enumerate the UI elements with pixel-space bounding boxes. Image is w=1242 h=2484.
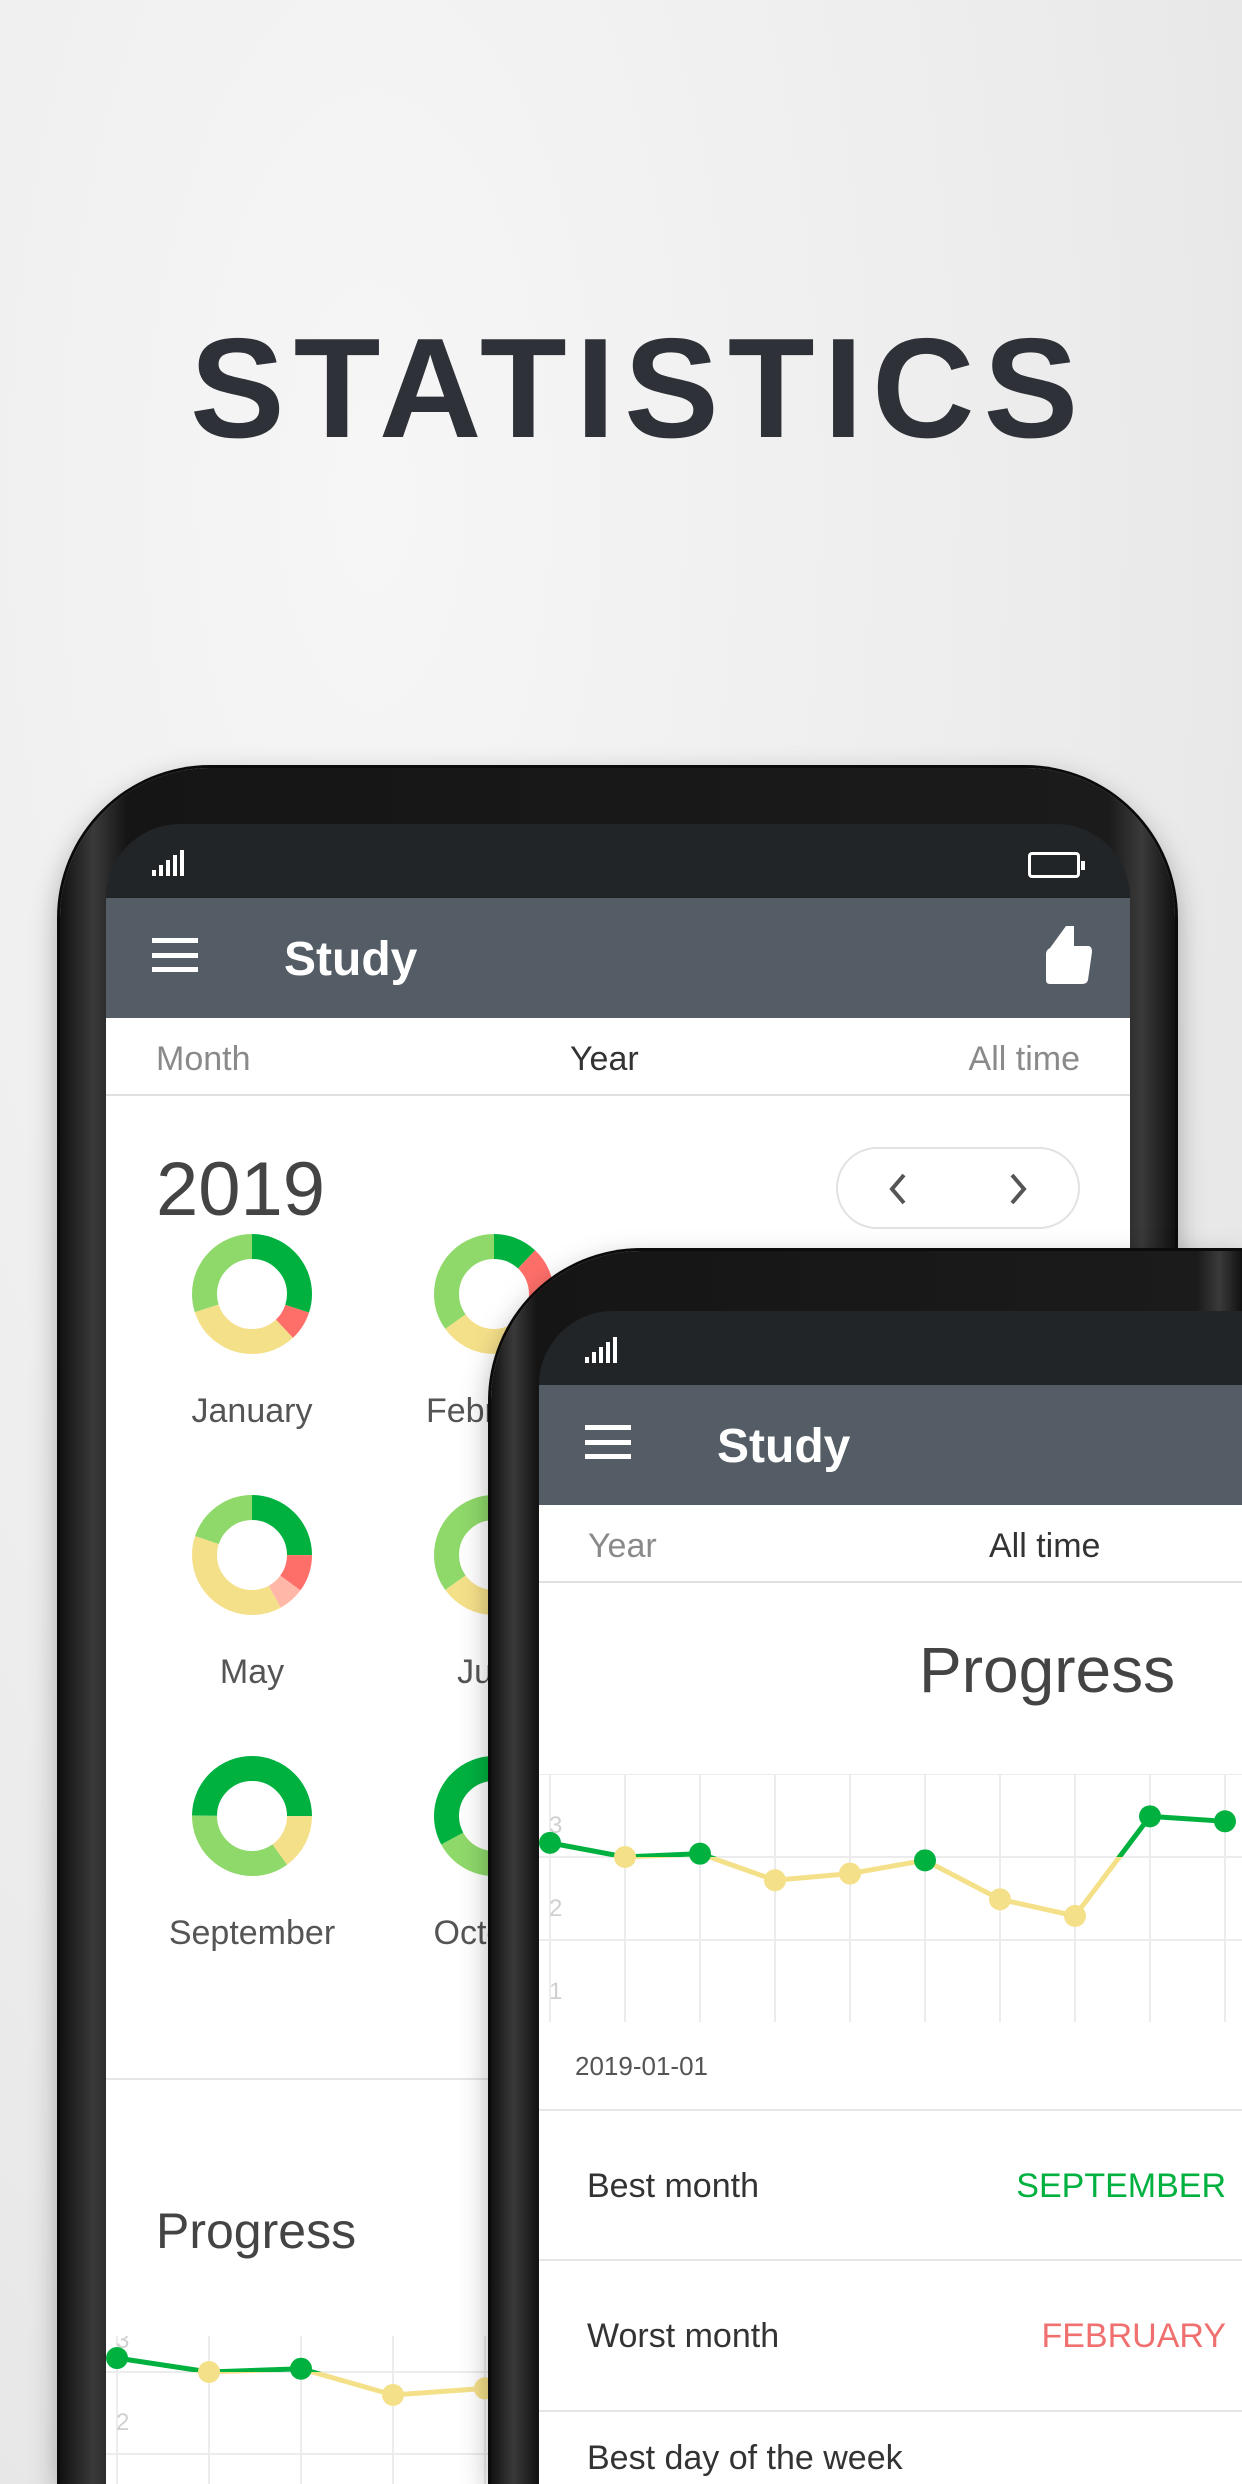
month-donut[interactable] <box>187 1490 317 1620</box>
tab-all-time[interactable]: All time <box>989 1527 1100 1566</box>
thumbs-up-icon[interactable] <box>1044 924 1092 984</box>
tab-all-time[interactable]: All time <box>969 1040 1080 1079</box>
data-point <box>914 1849 936 1872</box>
data-point <box>382 2383 404 2406</box>
period-tabs: Month Year All time <box>106 1018 1130 1096</box>
data-point <box>1139 1805 1161 1828</box>
month-donut[interactable] <box>187 1229 317 1359</box>
series-line-below <box>611 1857 1123 1919</box>
data-point <box>106 2347 128 2370</box>
signal-icon <box>152 850 184 876</box>
data-point <box>689 1842 711 1865</box>
chevron-left-icon[interactable] <box>884 1171 912 1207</box>
battery-icon <box>1028 852 1085 878</box>
data-point <box>614 1846 636 1868</box>
start-date: 2019-01-01 <box>575 2051 708 2081</box>
app-bar: Study <box>106 898 1130 1018</box>
front-phone: Study Year All time Progress 321 2019-01… <box>491 1251 1242 2484</box>
year-nav <box>836 1147 1080 1229</box>
month-label: September <box>168 1914 336 1952</box>
divider <box>539 2259 1242 2261</box>
data-point <box>198 2361 220 2383</box>
app-title: Study <box>717 1420 851 1473</box>
app-title: Study <box>284 933 418 986</box>
data-point <box>539 1831 561 1854</box>
progress-title: Progress <box>919 1634 1176 1706</box>
signal-icon <box>585 1337 617 1363</box>
status-bar <box>106 824 1130 898</box>
data-point <box>764 1869 786 1892</box>
headline: STATISTICS <box>190 309 1088 468</box>
tab-month[interactable]: Month <box>156 1040 251 1079</box>
period-tabs: Year All time <box>539 1505 1242 1583</box>
y-tick-label: 2 <box>549 1895 562 1922</box>
data-point <box>290 2357 312 2380</box>
y-tick-label: 1 <box>549 1978 562 2005</box>
menu-icon[interactable] <box>152 938 198 972</box>
worst-month-value: FEBRUARY <box>1041 2317 1226 2355</box>
tab-year[interactable]: Year <box>588 1527 657 1566</box>
status-bar <box>539 1311 1242 1385</box>
divider <box>539 2410 1242 2412</box>
chevron-right-icon[interactable] <box>1004 1171 1032 1207</box>
data-point <box>1214 1810 1236 1833</box>
tab-year[interactable]: Year <box>570 1040 639 1079</box>
progress-title: Progress <box>156 2203 357 2259</box>
best-month-value: SEPTEMBER <box>1016 2167 1226 2205</box>
data-point <box>989 1888 1011 1911</box>
month-label: May <box>219 1653 285 1691</box>
data-point <box>839 1862 861 1885</box>
y-tick-label: 2 <box>116 2409 129 2436</box>
front-progress-chart: 321 <box>539 1774 1242 2022</box>
menu-icon[interactable] <box>585 1425 631 1459</box>
data-point <box>1064 1904 1086 1927</box>
stat-row-best-day: Best day of the week <box>587 2439 903 2477</box>
month-donut[interactable] <box>187 1751 317 1881</box>
app-bar: Study <box>539 1385 1242 1505</box>
month-label: January <box>191 1392 313 1430</box>
year-label: 2019 <box>156 1147 326 1232</box>
front-phone-screen: Study Year All time Progress 321 2019-01… <box>539 1311 1242 2484</box>
divider <box>539 2109 1242 2111</box>
